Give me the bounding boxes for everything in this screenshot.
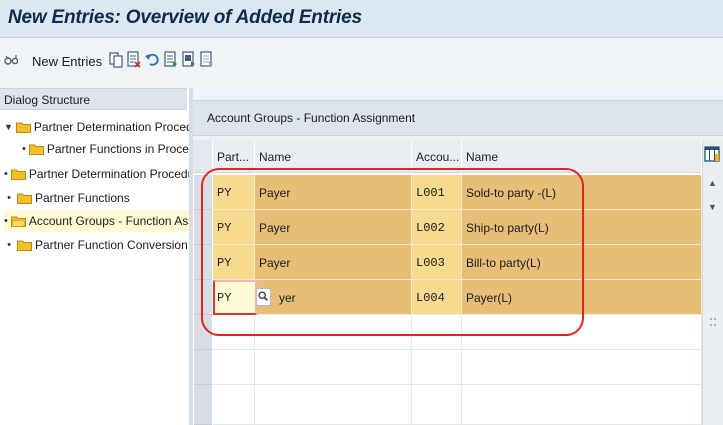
tree-item-partner-determination-procedure-expanded[interactable]: ▼ Partner Determination Procedure xyxy=(4,116,189,138)
select-all-icon[interactable] xyxy=(164,51,178,68)
tree-item-label: Partner Functions in Procedure xyxy=(46,142,189,156)
row-selector[interactable] xyxy=(194,315,212,350)
empty-cell[interactable] xyxy=(412,315,462,350)
open-folder-icon xyxy=(10,216,26,227)
row-selector[interactable] xyxy=(194,210,212,245)
scroll-down-icon[interactable]: ▼ xyxy=(708,202,717,212)
bullet-icon: • xyxy=(4,168,8,180)
column-header-partner-function[interactable]: Part... xyxy=(213,140,255,173)
column-settings-button[interactable] xyxy=(703,142,722,166)
panel-title: Account Groups - Function Assignment xyxy=(193,100,723,136)
dialog-structure-header: Dialog Structure xyxy=(0,88,187,110)
account-group-cell[interactable]: L004 xyxy=(412,280,462,315)
empty-cell[interactable] xyxy=(213,315,255,350)
tree-item-account-groups-function-assignment[interactable]: • Account Groups - Function Assignment xyxy=(4,210,189,232)
tree-item-label: Partner Function Conversion xyxy=(35,238,188,252)
empty-cell[interactable] xyxy=(213,350,255,385)
folder-icon xyxy=(28,144,44,155)
account-group-cell[interactable]: L002 xyxy=(412,210,462,245)
row-selector[interactable] xyxy=(194,245,212,280)
function-assignment-table: Part... Name Accou... Name PY Payer L001… xyxy=(193,140,723,425)
select-block-icon[interactable] xyxy=(182,51,196,68)
table-settings-icon xyxy=(704,146,720,162)
empty-cell[interactable] xyxy=(213,385,255,425)
partner-function-input[interactable]: PY xyxy=(213,280,257,315)
undo-icon[interactable] xyxy=(145,51,159,68)
group-name-cell: Payer(L) xyxy=(462,280,702,315)
tree-item-partner-functions[interactable]: • Partner Functions xyxy=(4,187,189,209)
empty-cell xyxy=(255,315,412,350)
expand-triangle-icon[interactable]: ▼ xyxy=(4,122,13,132)
scroll-grip[interactable] xyxy=(710,318,716,326)
bullet-icon: • xyxy=(7,239,11,251)
group-name-cell: Ship-to party(L) xyxy=(462,210,702,245)
title-bar: New Entries: Overview of Added Entries xyxy=(0,0,723,38)
select-all-header[interactable] xyxy=(193,140,213,173)
glasses-icon[interactable] xyxy=(4,51,19,68)
vertical-scrollbar[interactable]: ▲ ▼ xyxy=(702,140,723,425)
empty-cell xyxy=(255,385,412,425)
column-header-group-name[interactable]: Name xyxy=(462,140,702,173)
copy-icon[interactable] xyxy=(109,51,123,68)
row-selector[interactable] xyxy=(194,385,212,425)
folder-icon xyxy=(10,169,26,180)
table-panel: Account Groups - Function Assignment Par… xyxy=(193,88,723,425)
row-selector[interactable] xyxy=(194,350,212,385)
tree-item-label: Account Groups - Function Assignment xyxy=(28,214,189,228)
magnifier-icon xyxy=(258,291,268,302)
tree-item-partner-determination-procedure[interactable]: • Partner Determination Procedure xyxy=(4,163,189,185)
tree-item-label: Partner Functions xyxy=(35,191,130,205)
tree-item-label: Partner Determination Procedure xyxy=(33,120,189,134)
partner-function-cell[interactable]: PY xyxy=(213,175,255,210)
name-cell: yer xyxy=(257,280,412,315)
folder-icon xyxy=(15,122,31,133)
bullet-icon: • xyxy=(4,215,8,227)
tree-item-label: Partner Determination Procedure xyxy=(28,167,189,181)
deselect-all-icon[interactable] xyxy=(200,51,214,68)
column-header-name[interactable]: Name xyxy=(255,140,412,173)
partner-function-cell[interactable]: PY xyxy=(213,210,255,245)
empty-cell[interactable] xyxy=(412,385,462,425)
delete-icon[interactable] xyxy=(127,51,141,68)
empty-cell[interactable] xyxy=(412,350,462,385)
empty-cell xyxy=(255,350,412,385)
name-cell: Payer xyxy=(255,245,412,280)
empty-cell xyxy=(462,385,702,425)
group-name-cell: Bill-to party(L) xyxy=(462,245,702,280)
row-selector[interactable] xyxy=(194,280,212,315)
bullet-icon: • xyxy=(7,192,11,204)
account-group-cell[interactable]: L001 xyxy=(412,175,462,210)
folder-icon xyxy=(17,240,32,251)
dialog-structure-pane: Dialog Structure ▼ Partner Determination… xyxy=(0,88,189,425)
empty-cell xyxy=(462,350,702,385)
page-title: New Entries: Overview of Added Entries xyxy=(8,7,362,28)
partner-function-cell[interactable]: PY xyxy=(213,245,255,280)
folder-icon xyxy=(17,193,32,204)
name-cell: Payer xyxy=(255,175,412,210)
bullet-icon: • xyxy=(22,143,26,155)
name-cell: Payer xyxy=(255,210,412,245)
row-selector[interactable] xyxy=(194,175,212,210)
application-toolbar: New Entries xyxy=(0,38,723,84)
column-header-account-group[interactable]: Accou... xyxy=(412,140,462,173)
group-name-cell: Sold-to party -(L) xyxy=(462,175,702,210)
new-entries-button[interactable]: New Entries xyxy=(32,52,102,70)
value-help-button[interactable] xyxy=(256,288,271,306)
tree-item-partner-functions-in-procedure[interactable]: • Partner Functions in Procedure xyxy=(22,138,189,160)
empty-cell xyxy=(462,315,702,350)
tree-item-partner-function-conversion[interactable]: • Partner Function Conversion xyxy=(4,234,189,256)
scroll-up-icon[interactable]: ▲ xyxy=(708,178,717,188)
account-group-cell[interactable]: L003 xyxy=(412,245,462,280)
